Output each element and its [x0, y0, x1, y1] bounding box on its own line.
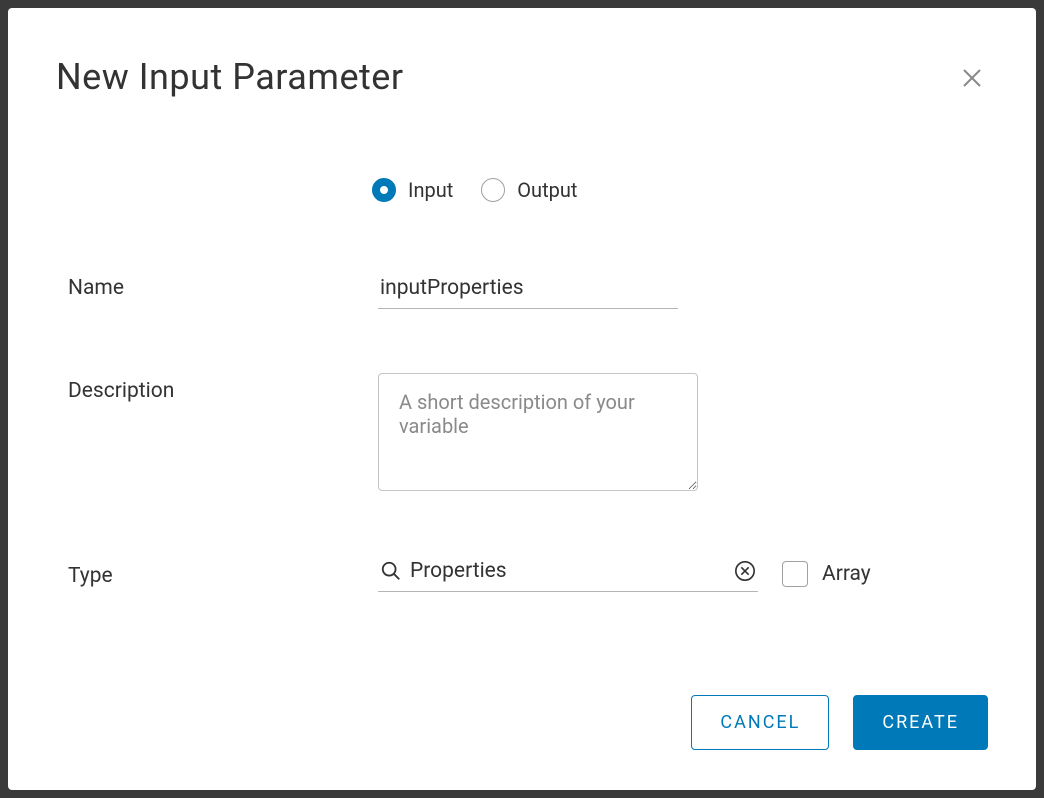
array-checkbox[interactable]	[782, 561, 808, 587]
modal-title: New Input Parameter	[56, 56, 404, 98]
radio-unselected-icon	[481, 178, 505, 202]
form-body: Input Output Name Description Type	[56, 178, 988, 695]
name-label: Name	[68, 270, 378, 300]
search-icon	[380, 560, 402, 582]
radio-output-label: Output	[517, 178, 577, 202]
close-icon	[960, 66, 984, 90]
description-row: Description	[68, 373, 988, 491]
clear-icon	[734, 560, 756, 582]
modal-footer: CANCEL CREATE	[56, 695, 988, 750]
cancel-button[interactable]: CANCEL	[691, 695, 829, 750]
create-button[interactable]: CREATE	[853, 695, 988, 750]
description-textarea[interactable]	[378, 373, 698, 491]
array-label: Array	[822, 562, 871, 586]
name-row: Name	[68, 270, 988, 309]
type-input-wrap	[378, 555, 758, 592]
array-option: Array	[782, 561, 871, 587]
modal-header: New Input Parameter	[56, 56, 988, 98]
parameter-direction-radios: Input Output	[372, 178, 988, 202]
description-label: Description	[68, 373, 378, 403]
type-clear-button[interactable]	[734, 560, 756, 582]
new-input-parameter-modal: New Input Parameter Input Output Name De…	[8, 8, 1036, 790]
type-label: Type	[68, 560, 378, 588]
radio-input-label: Input	[408, 178, 453, 202]
radio-output[interactable]: Output	[481, 178, 577, 202]
radio-selected-icon	[372, 178, 396, 202]
close-button[interactable]	[956, 62, 988, 97]
radio-input[interactable]: Input	[372, 178, 453, 202]
type-input[interactable]	[402, 559, 734, 583]
name-input[interactable]	[378, 270, 678, 309]
type-row: Type Array	[68, 555, 988, 592]
